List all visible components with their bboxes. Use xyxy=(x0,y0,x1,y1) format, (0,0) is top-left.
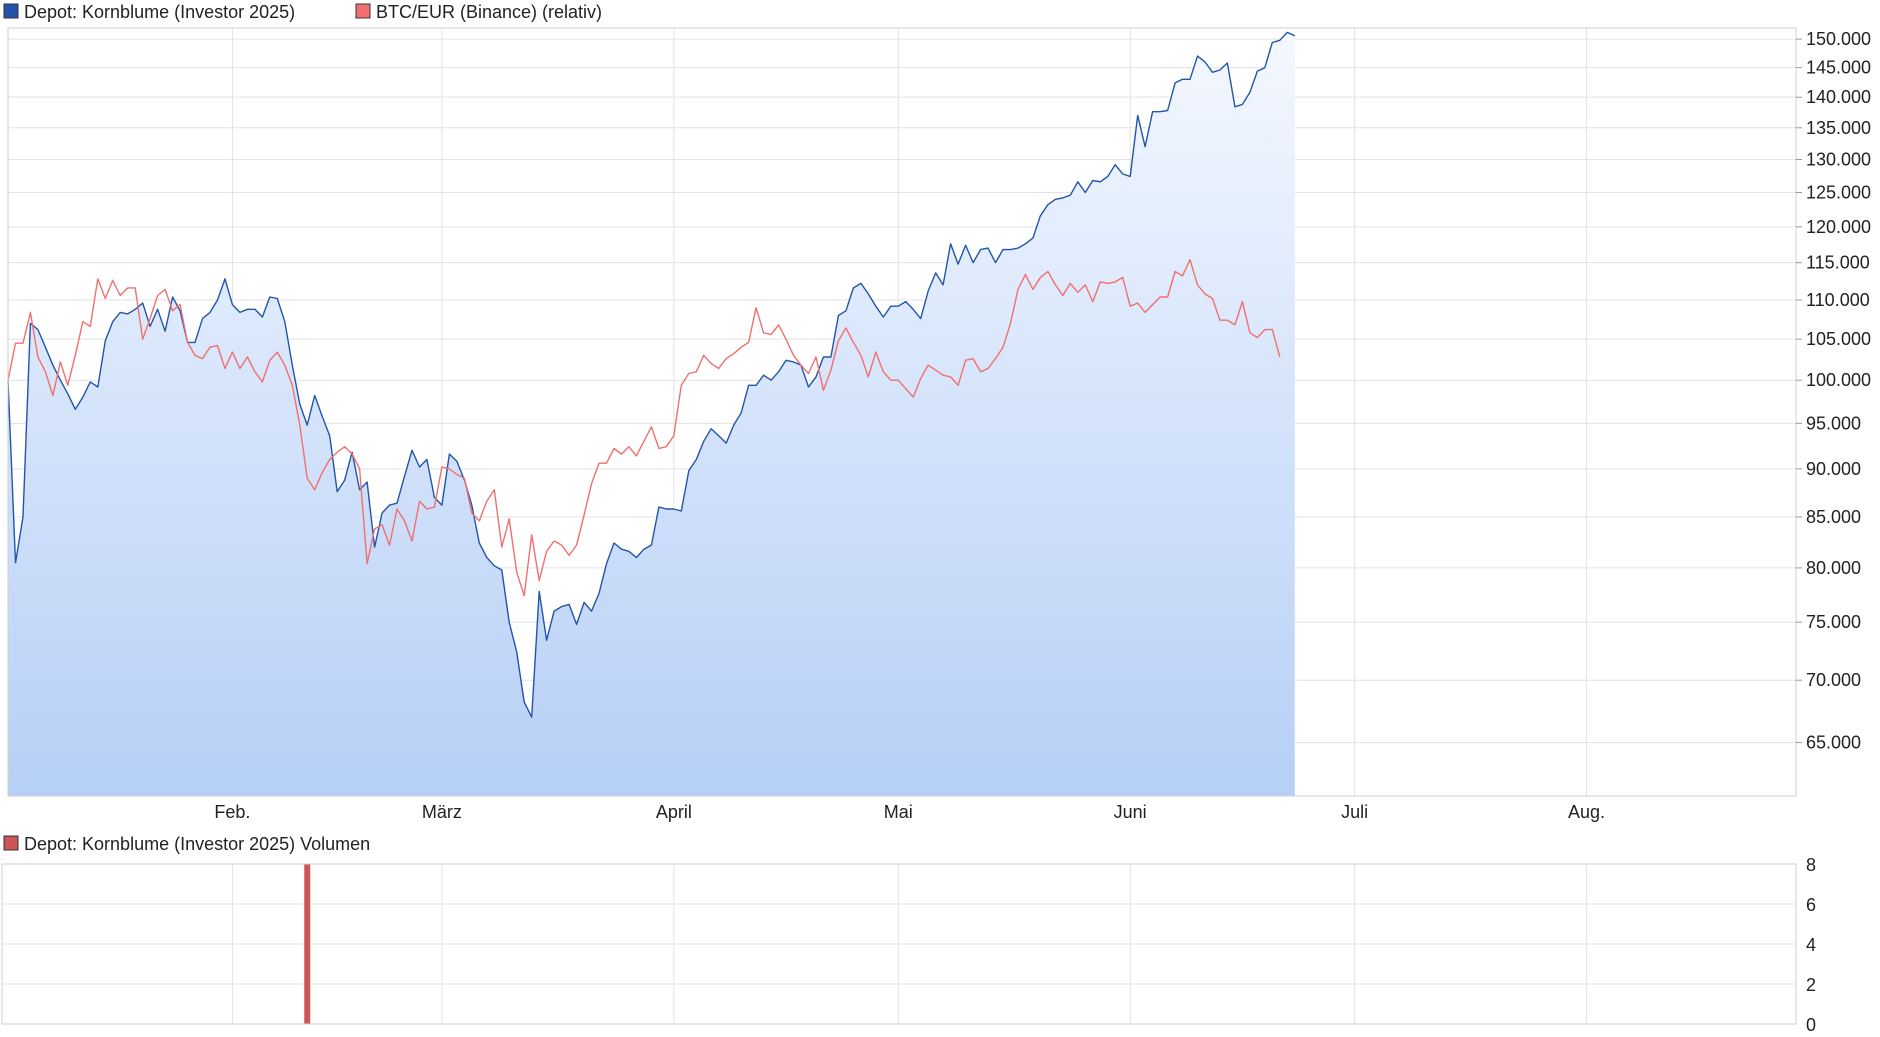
y-tick-label: 85.000 xyxy=(1806,507,1861,527)
y-tick-label: 120.000 xyxy=(1806,217,1871,237)
volume-y-tick-label: 0 xyxy=(1806,1015,1816,1035)
volume-y-tick-label: 2 xyxy=(1806,975,1816,995)
volume-y-axis: 0 2 4 6 8 xyxy=(1806,855,1816,1035)
volume-bar xyxy=(304,864,311,1024)
main-y-axis: 65.000 70.000 75.000 80.000 85.000 90.000 95.0… xyxy=(1796,29,1871,753)
y-tick-label: 105.000 xyxy=(1806,329,1871,349)
x-tick-label: Feb. xyxy=(214,802,250,822)
y-tick-label: 130.000 xyxy=(1806,150,1871,170)
y-tick-label: 70.000 xyxy=(1806,670,1861,690)
x-tick-label: Mai xyxy=(884,802,913,822)
legend-label-volume: Depot: Kornblume (Investor 2025) Volumen xyxy=(24,834,370,854)
y-tick-label: 135.000 xyxy=(1806,118,1871,138)
main-area xyxy=(8,32,1295,796)
y-tick-label: 100.000 xyxy=(1806,370,1871,390)
y-tick-label: 150.000 xyxy=(1806,29,1871,49)
chart-svg: Depot: Kornblume (Investor 2025) BTC/EUR… xyxy=(1,2,1871,1035)
y-tick-label: 110.000 xyxy=(1806,290,1870,310)
y-tick-label: 115.000 xyxy=(1806,253,1870,273)
x-tick-label: Juli xyxy=(1341,802,1368,822)
volume-legend: Depot: Kornblume (Investor 2025) Volumen xyxy=(3,834,370,854)
y-tick-label: 65.000 xyxy=(1806,733,1861,753)
main-legend: Depot: Kornblume (Investor 2025) BTC/EUR… xyxy=(3,2,602,22)
x-tick-label: März xyxy=(422,802,462,822)
main-x-axis: Feb. März April Mai Juni Juli Aug. xyxy=(214,802,1605,822)
y-tick-label: 80.000 xyxy=(1806,558,1861,578)
volume-y-tick-label: 8 xyxy=(1806,855,1816,875)
legend-swatch-volume xyxy=(3,835,19,851)
legend-swatch-depot xyxy=(3,3,19,19)
x-tick-label: Aug. xyxy=(1568,802,1605,822)
y-tick-label: 90.000 xyxy=(1806,459,1861,479)
y-tick-label: 125.000 xyxy=(1806,183,1871,203)
x-tick-label: April xyxy=(656,802,692,822)
x-tick-label: Juni xyxy=(1114,802,1147,822)
volume-bars xyxy=(304,864,311,1024)
y-tick-label: 95.000 xyxy=(1806,413,1861,433)
y-tick-label: 140.000 xyxy=(1806,87,1871,107)
legend-label-depot: Depot: Kornblume (Investor 2025) xyxy=(24,2,295,22)
y-tick-label: 75.000 xyxy=(1806,612,1861,632)
chart-page: Depot: Kornblume (Investor 2025) BTC/EUR… xyxy=(0,0,1880,1037)
legend-swatch-btc xyxy=(355,3,371,19)
depot-area-fill xyxy=(8,32,1295,796)
volume-y-tick-label: 4 xyxy=(1806,935,1816,955)
y-tick-label: 145.000 xyxy=(1806,58,1871,78)
volume-grid xyxy=(2,863,1796,1025)
volume-y-tick-label: 6 xyxy=(1806,895,1816,915)
legend-label-btc: BTC/EUR (Binance) (relativ) xyxy=(376,2,602,22)
